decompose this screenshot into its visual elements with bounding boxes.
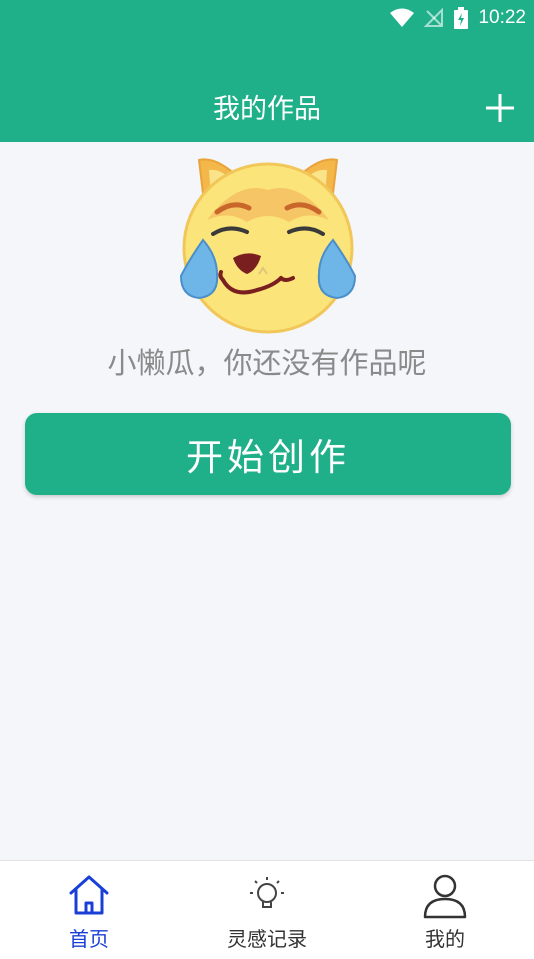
tab-mine[interactable]: 我的 [356, 861, 534, 959]
app-header: 10:22 我的作品 [0, 0, 534, 142]
crying-dog-emoji [177, 150, 359, 336]
user-icon [423, 874, 467, 919]
start-creating-button[interactable]: 开始创作 [25, 413, 511, 495]
status-bar: 10:22 [0, 0, 534, 36]
home-icon [69, 875, 109, 915]
tab-home-label: 首页 [69, 927, 109, 951]
tab-mine-label: 我的 [425, 927, 465, 951]
tab-inspiration-label: 灵感记录 [227, 927, 307, 951]
bottom-tab-bar: 首页 灵感记录 我的 [0, 860, 534, 959]
battery-charging-icon [454, 7, 469, 29]
lightbulb-icon [250, 877, 284, 908]
empty-state-message: 小懒瓜，你还没有作品呢 [107, 346, 427, 380]
add-button[interactable] [484, 92, 516, 124]
tab-home[interactable]: 首页 [0, 861, 178, 959]
no-signal-icon [424, 8, 444, 28]
tab-inspiration[interactable]: 灵感记录 [178, 861, 356, 959]
wifi-icon [390, 8, 415, 28]
plus-icon [486, 94, 514, 122]
page-title: 我的作品 [213, 94, 321, 125]
status-time: 10:22 [478, 7, 526, 28]
